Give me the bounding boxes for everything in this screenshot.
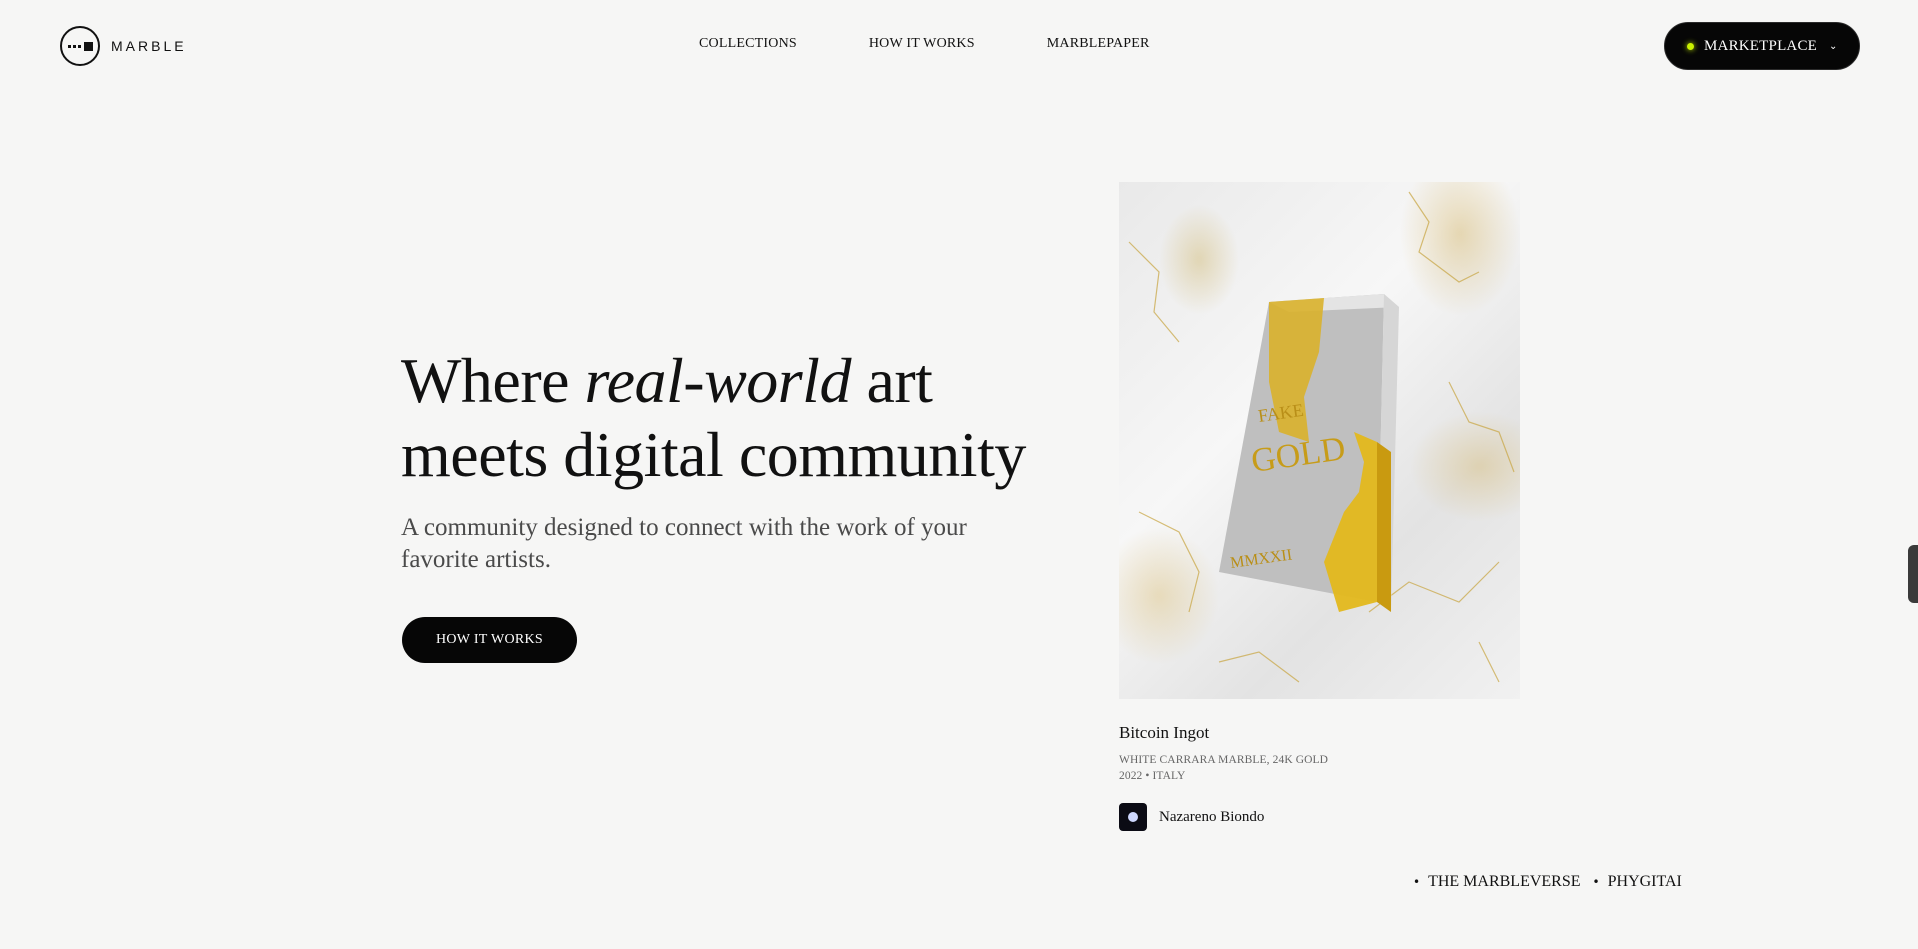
- hero-headline: Where real-world art meets digital commu…: [401, 344, 1061, 492]
- marketplace-label: MARKETPLACE: [1704, 37, 1818, 54]
- side-panel-handle[interactable]: [1908, 545, 1918, 603]
- headline-part2: art: [850, 345, 933, 416]
- how-it-works-button[interactable]: HOW IT WORKS: [402, 617, 577, 663]
- artwork-image[interactable]: FAKE GOLD MMXXII: [1119, 182, 1520, 699]
- headline-italic: real-world: [584, 345, 852, 416]
- tag-marbleverse[interactable]: • THE MARBLEVERSE: [1413, 873, 1581, 891]
- nav-marblepaper[interactable]: MARBLEPAPER: [1047, 36, 1150, 52]
- footer-tags: • THE MARBLEVERSE • PHYGITAI: [1413, 873, 1682, 891]
- headline-line2: meets digital community: [401, 419, 1026, 490]
- logo-text: MARBLE: [111, 38, 187, 54]
- marketplace-button[interactable]: MARKETPLACE ⌄: [1664, 22, 1860, 70]
- nav-collections[interactable]: COLLECTIONS: [699, 36, 797, 52]
- logo[interactable]: MARBLE: [60, 26, 187, 66]
- main-nav: COLLECTIONS HOW IT WORKS MARBLEPAPER: [699, 36, 1150, 52]
- marble-ingot-illustration: FAKE GOLD MMXXII: [1128, 191, 1515, 683]
- artist-link[interactable]: Nazareno Biondo: [1119, 803, 1264, 831]
- artwork-meta: WHITE CARRARA MARBLE, 24K GOLD 2022 • IT…: [1119, 752, 1328, 784]
- nav-how-it-works[interactable]: HOW IT WORKS: [869, 36, 975, 52]
- tag-phygitai[interactable]: • PHYGITAI: [1593, 873, 1682, 891]
- hero-subheadline: A community designed to connect with the…: [401, 514, 967, 573]
- chevron-down-icon: ⌄: [1829, 40, 1838, 52]
- artwork-title[interactable]: Bitcoin Ingot: [1119, 723, 1209, 743]
- page: MARBLE COLLECTIONS HOW IT WORKS MARBLEPA…: [0, 0, 1918, 949]
- avatar: [1119, 803, 1147, 831]
- artist-name: Nazareno Biondo: [1159, 808, 1265, 825]
- headline-part1: Where: [401, 345, 585, 416]
- logo-mark-icon: [60, 26, 100, 66]
- status-dot-icon: [1687, 42, 1694, 50]
- artwork-material: WHITE CARRARA MARBLE, 24K GOLD: [1119, 754, 1329, 766]
- artwork-year-origin: 2022 • ITALY: [1119, 770, 1186, 782]
